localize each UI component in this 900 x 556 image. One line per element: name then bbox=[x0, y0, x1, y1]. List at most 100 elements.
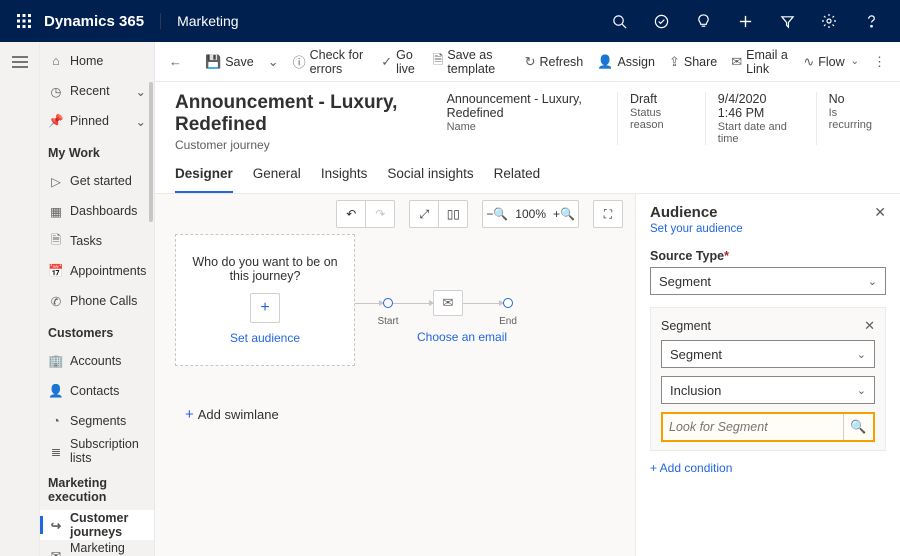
sidebar-item-label: Tasks bbox=[70, 234, 102, 248]
sidebar-item-dashboards[interactable]: ▦Dashboards bbox=[40, 196, 154, 226]
share-button[interactable]: ⇪Share bbox=[663, 47, 723, 77]
save-button[interactable]: 💾Save bbox=[199, 47, 260, 77]
header-field-name: Announcement - Luxury, RedefinedName bbox=[435, 92, 601, 145]
brand-name: Dynamics 365 bbox=[44, 13, 144, 30]
sidebar-item-get-started[interactable]: ▷Get started bbox=[40, 166, 154, 196]
go-live-button[interactable]: ✓Go live bbox=[375, 47, 425, 77]
page-title: Announcement - Luxury, Redefined bbox=[175, 92, 435, 136]
redo-icon[interactable]: ↷ bbox=[366, 201, 394, 227]
end-node[interactable] bbox=[503, 298, 513, 308]
segment-search-button[interactable]: 🔍 bbox=[843, 414, 873, 440]
email-link-button[interactable]: ✉Email a Link bbox=[725, 47, 795, 77]
zoom-out-icon[interactable]: −🔍 bbox=[483, 201, 511, 227]
start-node[interactable] bbox=[383, 298, 393, 308]
sidebar-item-label: Appointments bbox=[70, 264, 146, 278]
sidebar-item-tasks[interactable]: 🗎Tasks bbox=[40, 226, 154, 256]
lightbulb-icon[interactable] bbox=[682, 0, 724, 42]
set-audience-link[interactable]: Set audience bbox=[230, 331, 300, 345]
chevron-down-icon: ⌄ bbox=[868, 275, 877, 288]
source-type-label: Source Type bbox=[650, 249, 886, 263]
page-subtitle: Customer journey bbox=[175, 138, 435, 152]
flow-button[interactable]: ∿Flow⌄ bbox=[797, 47, 865, 77]
sidebar-item-label: Phone Calls bbox=[70, 294, 137, 308]
sidebar-item-home[interactable]: ⌂Home bbox=[40, 46, 154, 76]
add-swimlane-button[interactable]: +Add swimlane bbox=[185, 406, 279, 423]
sidebar-item-customer-journeys[interactable]: ↪Customer journeys bbox=[40, 510, 154, 540]
sidebar-item-label: Marketing emails bbox=[70, 541, 146, 556]
tab-general[interactable]: General bbox=[253, 160, 301, 193]
start-label: Start bbox=[368, 316, 408, 327]
sidebar-item-label: Dashboards bbox=[70, 204, 137, 218]
hamburger-icon[interactable] bbox=[0, 42, 40, 82]
gear-icon[interactable] bbox=[808, 0, 850, 42]
audience-placeholder-card[interactable]: Who do you want to be on this journey? +… bbox=[175, 234, 355, 366]
sidebar-item-label: Subscription lists bbox=[70, 437, 146, 465]
refresh-button[interactable]: ↻Refresh bbox=[519, 47, 590, 77]
app-launcher-icon[interactable] bbox=[8, 5, 40, 37]
map-icon[interactable]: ▯▯ bbox=[439, 201, 467, 227]
chevron-down-icon: ⌄ bbox=[857, 384, 866, 397]
sidebar-item-label: Accounts bbox=[70, 354, 121, 368]
overflow-button[interactable]: ⋮ bbox=[867, 47, 892, 77]
journey-canvas[interactable]: Who do you want to be on this journey? +… bbox=[155, 234, 635, 556]
chevron-down-icon: ⌄ bbox=[857, 348, 866, 361]
segment-card-title: Segment bbox=[661, 319, 711, 333]
save-dropdown[interactable]: ⌄ bbox=[262, 47, 285, 77]
fullscreen-icon[interactable]: ⛶ bbox=[594, 201, 622, 227]
sidebar-item-label: Contacts bbox=[70, 384, 119, 398]
command-bar: ← 💾Save ⌄ ⓘCheck for errors ✓Go live 🗎Sa… bbox=[155, 42, 900, 82]
help-icon[interactable] bbox=[850, 0, 892, 42]
save-as-template-button[interactable]: 🗎Save as template bbox=[427, 47, 517, 77]
sidebar-group-header: Customers bbox=[40, 316, 154, 346]
back-button[interactable]: ← bbox=[163, 47, 188, 77]
sidebar-item-recent[interactable]: ◷Recent⌄ bbox=[40, 76, 154, 106]
add-condition-link[interactable]: + Add condition bbox=[650, 461, 886, 475]
module-name: Marketing bbox=[160, 13, 238, 29]
task-check-icon[interactable] bbox=[640, 0, 682, 42]
tab-related[interactable]: Related bbox=[494, 160, 541, 193]
plus-icon[interactable] bbox=[724, 0, 766, 42]
email-node[interactable]: ✉ bbox=[433, 290, 463, 316]
sidebar: ⌂Home ◷Recent⌄ 📌Pinned⌄ My Work ▷Get sta… bbox=[40, 42, 155, 556]
remove-segment-icon[interactable]: ✕ bbox=[864, 318, 875, 334]
sidebar-item-pinned[interactable]: 📌Pinned⌄ bbox=[40, 106, 154, 136]
close-panel-icon[interactable]: ✕ bbox=[874, 204, 886, 221]
zoom-in-icon[interactable]: +🔍 bbox=[550, 201, 578, 227]
sidebar-item-contacts[interactable]: 👤Contacts bbox=[40, 376, 154, 406]
panel-title: Audience bbox=[650, 204, 718, 221]
segment-search[interactable]: 🔍 bbox=[661, 412, 875, 442]
sidebar-group-header: Marketing execution bbox=[40, 466, 154, 510]
header-field-start: 9/4/2020 1:46 PMStart date and time bbox=[705, 92, 800, 145]
zoom-level: 100% bbox=[511, 201, 550, 227]
chevron-down-icon: ⌄ bbox=[136, 84, 146, 99]
fit-icon[interactable]: ⤢ bbox=[410, 201, 438, 227]
sidebar-item-appointments[interactable]: 📅Appointments bbox=[40, 256, 154, 286]
search-icon[interactable] bbox=[598, 0, 640, 42]
add-audience-button[interactable]: + bbox=[250, 293, 280, 323]
header-field-recurring: NoIs recurring bbox=[816, 92, 880, 145]
panel-subtitle-link[interactable]: Set your audience bbox=[650, 223, 886, 235]
segment-search-input[interactable] bbox=[663, 420, 843, 434]
chevron-down-icon: ⌄ bbox=[136, 114, 146, 129]
sidebar-item-label: Recent bbox=[70, 84, 110, 98]
filter-icon[interactable] bbox=[766, 0, 808, 42]
sidebar-item-marketing-emails[interactable]: ✉Marketing emails bbox=[40, 540, 154, 556]
check-errors-button[interactable]: ⓘCheck for errors bbox=[287, 47, 374, 77]
tab-social-insights[interactable]: Social insights bbox=[387, 160, 473, 193]
scrollbar-thumb[interactable] bbox=[149, 82, 153, 222]
sidebar-item-label: Segments bbox=[70, 414, 126, 428]
source-type-select[interactable]: Segment⌄ bbox=[650, 267, 886, 295]
choose-email-link[interactable]: Choose an email bbox=[417, 330, 507, 344]
tab-insights[interactable]: Insights bbox=[321, 160, 368, 193]
segment-select[interactable]: Segment⌄ bbox=[661, 340, 875, 368]
end-label: End bbox=[488, 316, 528, 327]
tab-designer[interactable]: Designer bbox=[175, 160, 233, 193]
header-field-status: DraftStatus reason bbox=[617, 92, 689, 145]
sidebar-item-accounts[interactable]: 🏢Accounts bbox=[40, 346, 154, 376]
sidebar-item-phone-calls[interactable]: ✆Phone Calls bbox=[40, 286, 154, 316]
undo-icon[interactable]: ↶ bbox=[337, 201, 365, 227]
inclusion-select[interactable]: Inclusion⌄ bbox=[661, 376, 875, 404]
assign-button[interactable]: 👤Assign bbox=[591, 47, 661, 77]
sidebar-item-subscription-lists[interactable]: ≣Subscription lists bbox=[40, 436, 154, 466]
sidebar-item-segments[interactable]: ◔Segments bbox=[40, 406, 154, 436]
